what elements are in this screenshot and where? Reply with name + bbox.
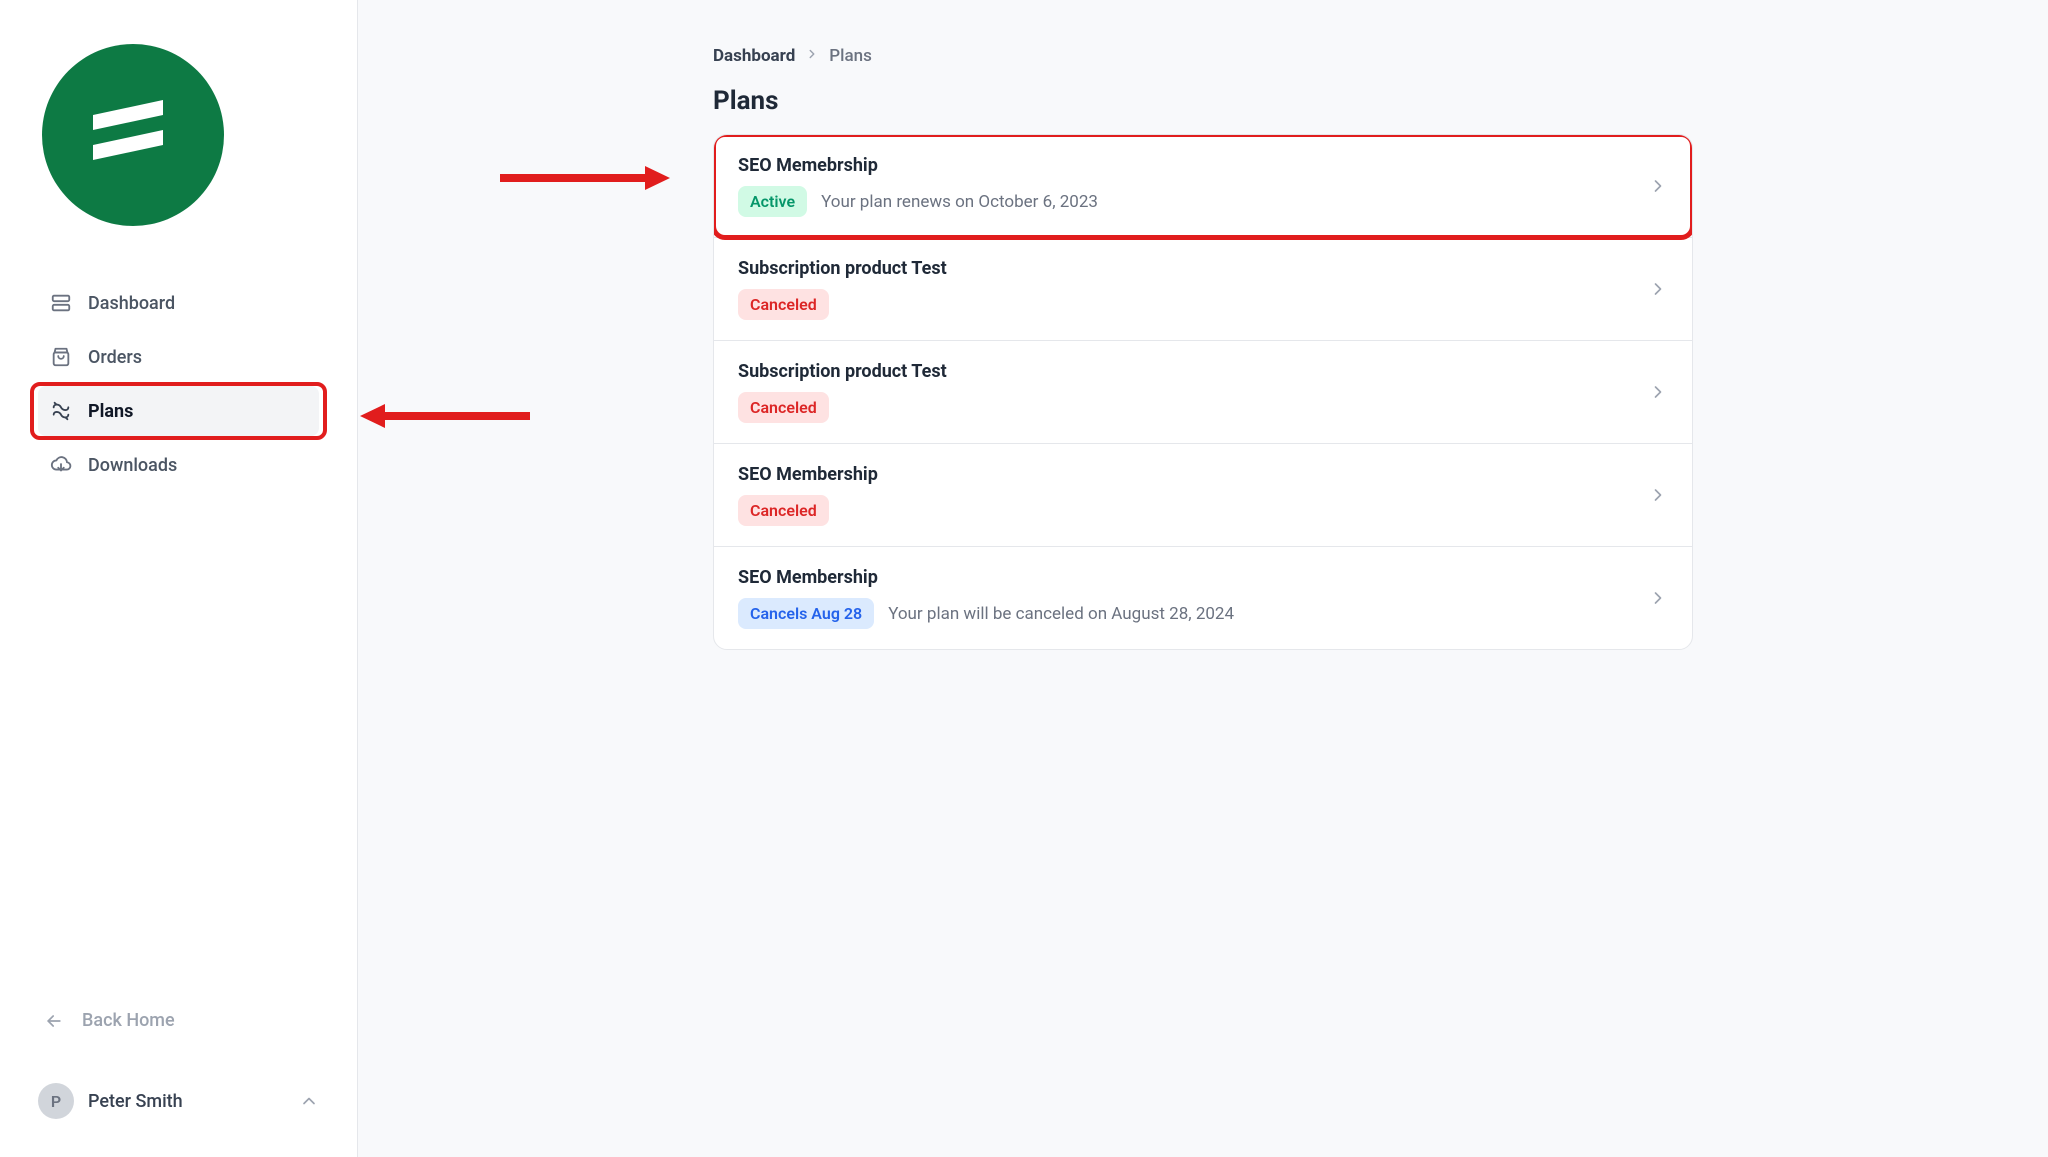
plan-note: Your plan renews on October 6, 2023 <box>821 192 1098 212</box>
sidebar-item-label: Plans <box>88 401 133 422</box>
sidebar-item-dashboard[interactable]: Dashboard <box>38 278 319 328</box>
sidebar-item-plans[interactable]: Plans <box>38 386 319 436</box>
status-badge: Canceled <box>738 495 829 526</box>
plan-title: SEO Membership <box>738 567 1648 588</box>
breadcrumb-root[interactable]: Dashboard <box>713 46 795 66</box>
back-home-link[interactable]: Back Home <box>38 1004 319 1037</box>
plan-row[interactable]: Subscription product Test Canceled <box>714 341 1692 444</box>
avatar: P <box>38 1083 74 1119</box>
plan-row[interactable]: SEO Memebrship Active Your plan renews o… <box>714 135 1692 238</box>
chevron-right-icon <box>1648 176 1668 196</box>
chevron-right-icon <box>1648 279 1668 299</box>
user-name: Peter Smith <box>88 1091 285 1112</box>
chevron-right-icon <box>1648 382 1668 402</box>
page-title: Plans <box>713 86 1693 116</box>
plan-title: Subscription product Test <box>738 258 1648 279</box>
status-badge: Cancels Aug 28 <box>738 598 874 629</box>
sidebar-item-downloads[interactable]: Downloads <box>38 440 319 490</box>
main: Dashboard Plans Plans SEO Memebrship Act… <box>358 0 2048 1157</box>
logo <box>42 44 319 226</box>
breadcrumb: Dashboard Plans <box>713 46 1693 66</box>
nav: Dashboard Orders <box>38 278 319 490</box>
downloads-icon <box>50 454 72 476</box>
dashboard-icon <box>50 292 72 314</box>
plan-note: Your plan will be canceled on August 28,… <box>888 604 1234 624</box>
sidebar-item-label: Downloads <box>88 455 177 476</box>
status-badge: Active <box>738 186 807 217</box>
plans-icon <box>50 400 72 422</box>
plan-title: SEO Membership <box>738 464 1648 485</box>
plan-title: SEO Memebrship <box>738 155 1648 176</box>
back-home-label: Back Home <box>82 1010 175 1031</box>
chevron-right-icon <box>1648 485 1668 505</box>
arrow-left-icon <box>44 1011 64 1031</box>
sidebar: Dashboard Orders <box>0 0 358 1157</box>
breadcrumb-current: Plans <box>829 46 872 66</box>
status-badge: Canceled <box>738 392 829 423</box>
plan-row[interactable]: SEO Membership Canceled <box>714 444 1692 547</box>
plans-card: SEO Memebrship Active Your plan renews o… <box>713 134 1693 650</box>
orders-icon <box>50 346 72 368</box>
chevron-right-icon <box>1648 588 1668 608</box>
plan-title: Subscription product Test <box>738 361 1648 382</box>
chevron-up-icon <box>299 1091 319 1111</box>
brand-logo[interactable] <box>42 44 224 226</box>
user-menu[interactable]: P Peter Smith <box>38 1077 319 1125</box>
status-badge: Canceled <box>738 289 829 320</box>
chevron-right-icon <box>805 46 819 66</box>
sidebar-item-label: Orders <box>88 347 142 368</box>
plan-row[interactable]: Subscription product Test Canceled <box>714 238 1692 341</box>
plan-row[interactable]: SEO Membership Cancels Aug 28 Your plan … <box>714 547 1692 649</box>
sidebar-item-label: Dashboard <box>88 293 175 314</box>
avatar-initial: P <box>51 1092 61 1111</box>
sidebar-item-orders[interactable]: Orders <box>38 332 319 382</box>
